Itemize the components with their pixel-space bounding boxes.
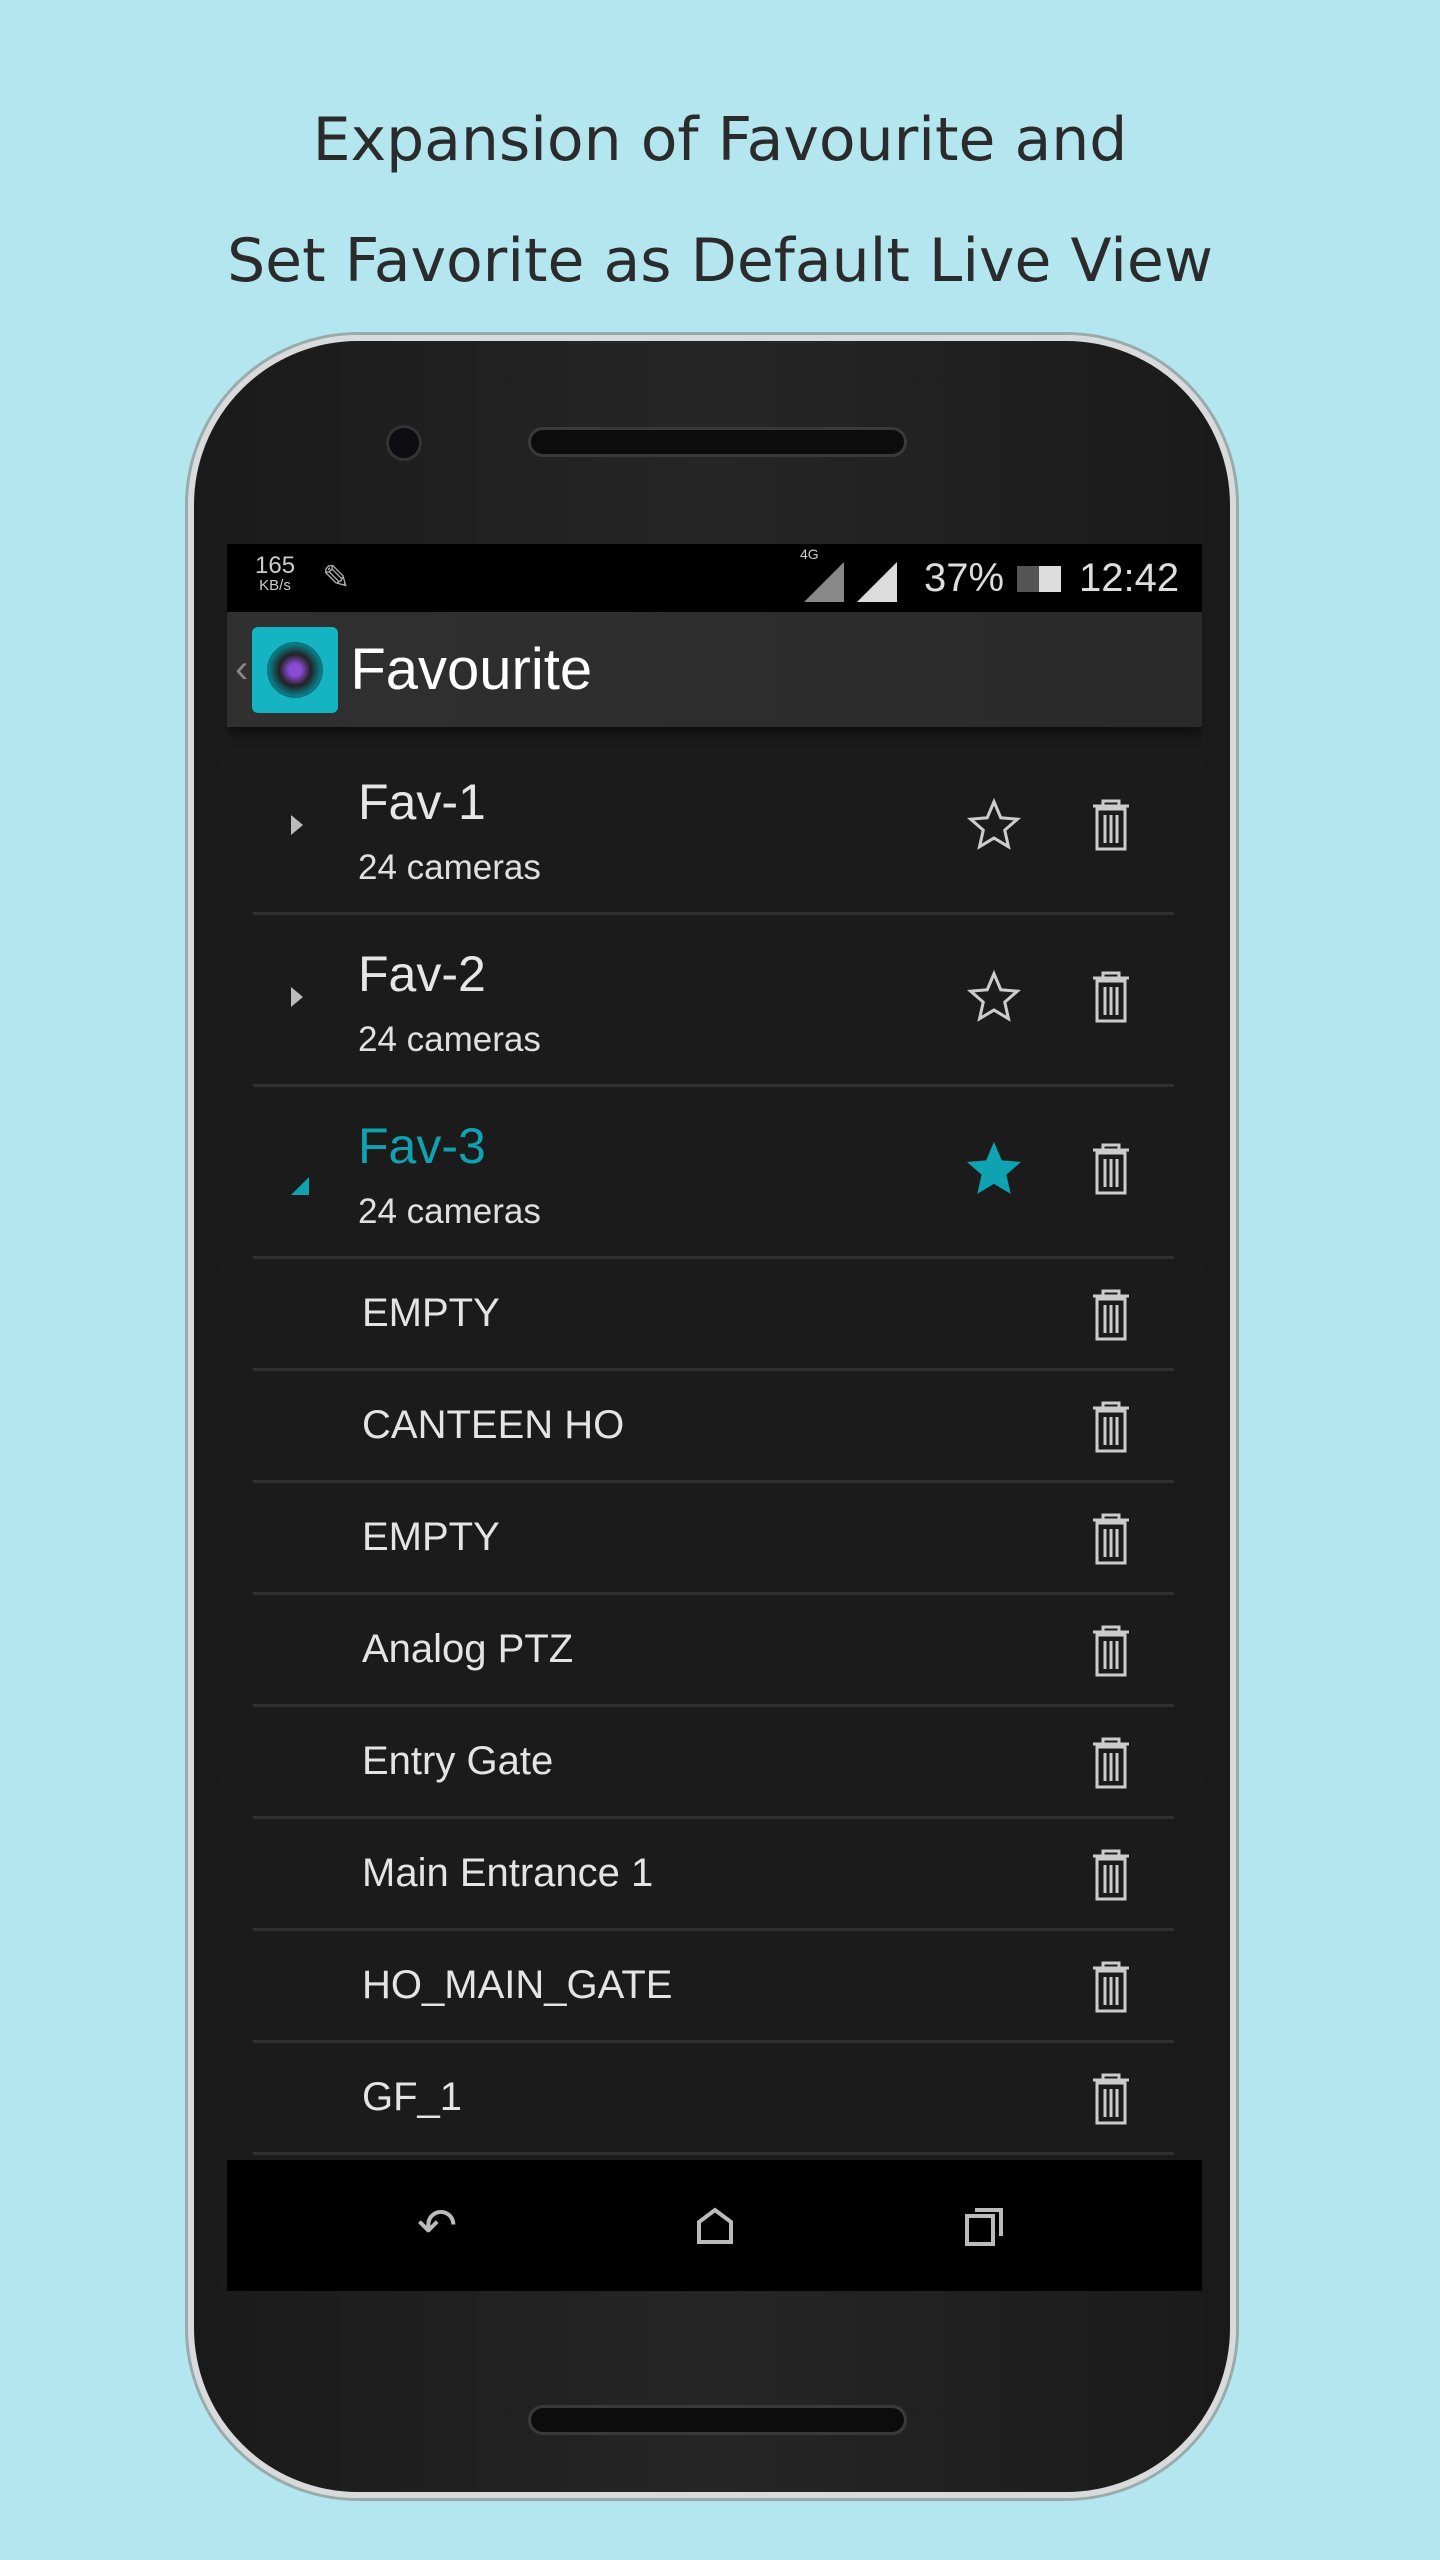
home-icon[interactable] (695, 2206, 735, 2246)
group-name: Fav-3 (358, 1118, 486, 1174)
network-speed: 165 (255, 552, 296, 579)
wifi-off-icon: ✎ (322, 559, 351, 597)
expand-arrow-icon[interactable] (291, 815, 303, 835)
favourite-group-row[interactable]: Fav-2 24 cameras (253, 915, 1174, 1087)
camera-name: Analog PTZ (362, 1627, 574, 1671)
camera-name: HO_MAIN_GATE (362, 1963, 673, 2007)
group-camera-count: 24 cameras (358, 1020, 541, 1059)
group-camera-count: 24 cameras (358, 1192, 541, 1231)
delete-icon[interactable] (1091, 1143, 1131, 1195)
group-name: Fav-1 (358, 774, 486, 830)
camera-row[interactable]: EMPTY (253, 1259, 1174, 1371)
delete-icon[interactable] (1091, 1513, 1131, 1565)
favourite-group-row[interactable]: Fav-3 24 cameras (253, 1087, 1174, 1259)
back-icon[interactable]: ↶ (417, 2198, 457, 2254)
camera-name: Entry Gate (362, 1739, 554, 1783)
star-filled-icon[interactable] (966, 1141, 1022, 1197)
bottom-speaker (528, 2405, 907, 2435)
group-name: Fav-2 (358, 946, 486, 1002)
delete-icon[interactable] (1091, 1737, 1131, 1789)
camera-row[interactable]: Entry Gate (253, 1707, 1174, 1819)
expand-arrow-icon[interactable] (291, 987, 303, 1007)
camera-row[interactable]: Main Entrance 1 (253, 1819, 1174, 1931)
caption-line-1: Expansion of Favourite and (312, 105, 1128, 175)
camera-name: EMPTY (362, 1515, 500, 1559)
camera-name: GF_1 (362, 2075, 463, 2119)
delete-icon[interactable] (1091, 799, 1131, 851)
screen: 165 KB/s ✎ 4G 37% 12:42 ‹ Favourite Fav-… (227, 544, 1202, 2291)
battery-percent: 37% (924, 556, 1005, 600)
collapse-arrow-icon[interactable] (291, 1177, 309, 1195)
battery-icon (1017, 566, 1061, 592)
camera-row[interactable]: EMPTY (253, 1483, 1174, 1595)
top-speaker (528, 427, 907, 457)
delete-icon[interactable] (1091, 1961, 1131, 2013)
group-camera-count: 24 cameras (358, 848, 541, 887)
camera-name: CANTEEN HO (362, 1403, 625, 1447)
network-speed-unit: KB/s (259, 577, 291, 594)
camera-row[interactable]: Analog PTZ (253, 1595, 1174, 1707)
camera-name: EMPTY (362, 1291, 500, 1335)
caption-line-2: Set Favorite as Default Live View (227, 226, 1213, 296)
navigation-bar: ↶ (227, 2160, 1202, 2291)
delete-icon[interactable] (1091, 2073, 1131, 2125)
delete-icon[interactable] (1091, 1289, 1131, 1341)
delete-icon[interactable] (1091, 1849, 1131, 1901)
page-title: Favourite (350, 637, 593, 702)
star-outline-icon[interactable] (966, 969, 1022, 1025)
app-logo-icon[interactable] (252, 626, 339, 713)
status-bar: 165 KB/s ✎ 4G 37% 12:42 (227, 544, 1202, 612)
app-bar: ‹ Favourite (227, 612, 1202, 727)
star-outline-icon[interactable] (966, 797, 1022, 853)
delete-icon[interactable] (1091, 1401, 1131, 1453)
camera-name: Main Entrance 1 (362, 1851, 654, 1895)
front-camera (386, 425, 422, 461)
back-chevron-icon[interactable]: ‹ (235, 647, 248, 692)
favourite-group-row[interactable]: Fav-1 24 cameras (253, 743, 1174, 915)
clock: 12:42 (1079, 556, 1180, 600)
recents-icon[interactable] (963, 2204, 1007, 2248)
delete-icon[interactable] (1091, 971, 1131, 1023)
camera-row[interactable]: HO_MAIN_GATE (253, 1931, 1174, 2043)
camera-row[interactable]: GF_1 (253, 2043, 1174, 2155)
signal-icon (804, 562, 897, 602)
delete-icon[interactable] (1091, 1625, 1131, 1677)
camera-row[interactable]: CANTEEN HO (253, 1371, 1174, 1483)
